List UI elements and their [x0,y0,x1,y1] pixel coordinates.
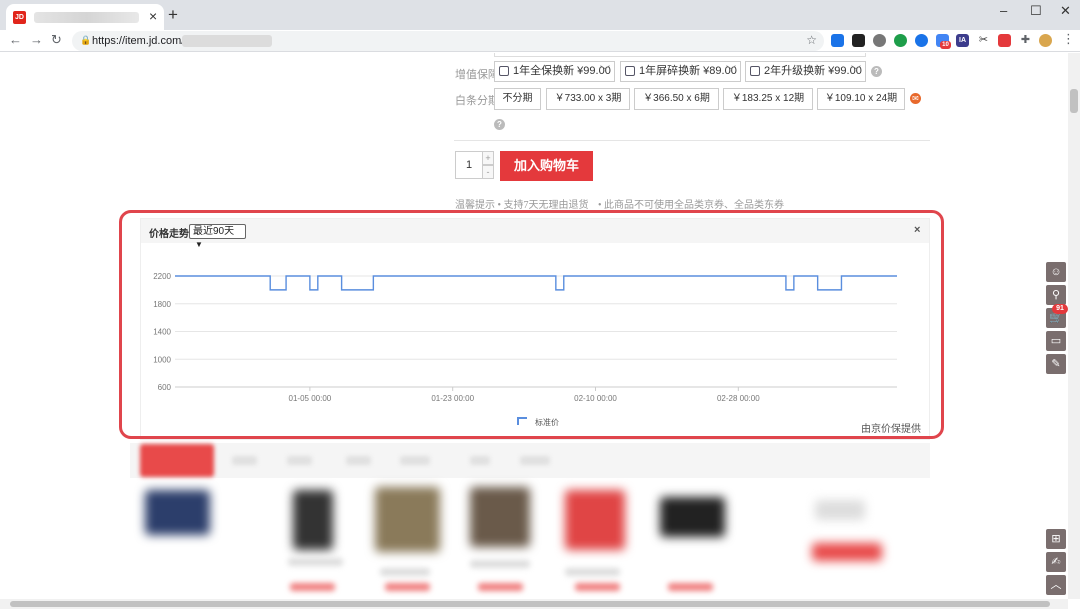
floating-feedback-button[interactable]: ✎ [1046,354,1066,374]
quantity-plus-button[interactable]: + [483,151,494,165]
product-thumb-blurred [815,500,865,520]
window-close-button[interactable]: ✕ [1060,4,1071,17]
page-viewport: 增值保障 1年全保换新 ¥99.00 ﹀ 1年屏碎换新 ¥89.00 ﹀ 2年升… [0,53,1068,599]
recommend-tab-blurred [520,456,550,465]
quantity-input[interactable]: 1 [455,151,483,179]
jd-favicon-icon: JD [13,11,26,24]
extension-calendar-icon[interactable] [852,34,865,47]
recommend-tab-blurred [400,456,430,465]
tip-coupon-policy: • 此商品不可使用全品类京券、全品类东券 [598,200,785,211]
product-price-blurred [290,583,335,591]
url-path-blurred [182,35,272,47]
service-option-1-label: 1年全保换新 ¥99.00 [513,65,611,77]
product-title-blurred [288,558,343,566]
quantity-minus-button[interactable]: - [483,165,494,179]
vertical-scrollbar-thumb[interactable] [1070,89,1078,113]
product-thumb-blurred [470,487,530,547]
extension-ia-icon[interactable]: IA [956,34,969,47]
back-to-top-button[interactable]: ︿ [1046,575,1066,595]
url-text: https://item.jd.com/ [92,35,185,47]
chevron-down-icon: ﹀ [851,66,861,77]
browser-toolbar: ← → ↻ 🔒 https://item.jd.com/ ☆ 10 IA ✂ ✚… [0,30,1080,52]
tab-title-blurred [34,12,139,23]
product-price-blurred [575,583,620,591]
tip-return-policy: 温馨提示 • 支持7天无理由退货 [455,200,589,211]
chevron-down-icon: ﹀ [726,66,736,77]
add-to-cart-button[interactable]: 加入购物车 [500,151,593,181]
product-price-blurred [385,583,430,591]
section-divider [454,140,930,141]
recommend-tab-blurred [232,456,257,465]
installment-option-none[interactable]: 不分期 [494,88,541,110]
installment-promo-icon[interactable]: ✉ [910,93,921,104]
extension-v-icon[interactable] [894,34,907,47]
product-thumb-blurred [660,497,725,537]
product-thumb-blurred [375,487,440,552]
product-thumb-blurred [565,490,625,550]
recommend-tab-blurred [346,456,371,465]
extension-download-icon[interactable] [831,34,844,47]
minimize-button[interactable]: – [1000,4,1007,17]
page-offset: 增值保障 1年全保换新 ¥99.00 ﹀ 1年屏碎换新 ¥89.00 ﹀ 2年升… [0,53,1068,599]
installment-option-6[interactable]: ￥366.50 x 6期 [634,88,719,110]
services-label: 增值保障 [455,69,499,81]
address-bar[interactable]: 🔒 https://item.jd.com/ ☆ [72,31,824,51]
cart-count-badge: 91 [1052,304,1068,314]
maximize-button[interactable]: ☐ [1030,4,1042,17]
product-thumb-blurred [293,490,333,550]
service-option-1[interactable]: 1年全保换新 ¥99.00 ﹀ [494,61,615,82]
horizontal-scrollbar[interactable] [0,599,1068,609]
product-title-blurred [470,560,530,568]
shield-icon [499,66,509,76]
highlight-annotation-box [119,210,944,439]
service-option-2[interactable]: 1年屏碎换新 ¥89.00 ﹀ [620,61,741,82]
floating-coupon-button[interactable]: ▭ [1046,331,1066,351]
forward-button[interactable]: → [30,33,43,47]
phone-icon [625,66,635,76]
installment-option-12[interactable]: ￥183.25 x 12期 [723,88,813,110]
new-tab-button[interactable]: + [168,6,178,23]
profile-avatar-icon[interactable] [1039,34,1052,47]
chevron-down-icon: ﹀ [600,66,610,77]
extension-c-icon[interactable] [915,34,928,47]
tab-strip: JD × + – ☐ ✕ [0,0,1080,30]
installment-label: 白条分期 [455,95,499,107]
extension-settings-icon[interactable] [873,34,886,47]
service-option-2-label: 1年屏碎换新 ¥89.00 [639,65,737,77]
recommend-tab-blurred [287,456,312,465]
floating-qrcode-button[interactable]: ⊞ [1046,529,1066,549]
back-button[interactable]: ← [9,33,22,47]
floating-account-button[interactable]: ⚲ [1046,285,1066,305]
recommend-tab-active-blurred [140,444,214,477]
product-title-blurred [380,568,430,576]
bookmark-star-icon[interactable]: ☆ [806,33,817,47]
reload-button[interactable]: ↻ [51,33,62,47]
extension-note-icon[interactable] [998,34,1011,47]
extension-scissors-icon[interactable]: ✂ [977,34,990,47]
browser-tab[interactable]: JD × [6,4,164,30]
product-price-blurred [478,583,523,591]
upgrade-icon [750,66,760,76]
tab-close-icon[interactable]: × [149,9,157,23]
recommend-tab-blurred [470,456,490,465]
floating-chat-button[interactable]: ☺ [1046,262,1066,282]
product-title-blurred [565,568,620,576]
browser-menu-button[interactable]: ⋮ [1062,32,1075,46]
services-help-icon[interactable]: ? [871,66,882,77]
extension-badge: 10 [940,41,951,49]
service-option-3[interactable]: 2年升级换新 ¥99.00 ﹀ [745,61,866,82]
installment-option-3[interactable]: ￥733.00 x 3期 [546,88,630,110]
lock-icon: 🔒 [80,35,92,45]
floating-edit-button[interactable]: ✍ [1046,552,1066,572]
vertical-scrollbar[interactable] [1068,53,1080,599]
service-option-3-label: 2年升级换新 ¥99.00 [764,65,862,77]
horizontal-scrollbar-thumb[interactable] [10,601,1050,607]
product-thumb-blurred [145,490,210,535]
installment-help-icon[interactable]: ? [494,119,505,130]
product-price-blurred [668,583,713,591]
spec-row-edge [494,53,866,57]
installment-option-24[interactable]: ￥109.10 x 24期 [817,88,905,110]
product-thumb-blurred [812,543,882,561]
extensions-puzzle-icon[interactable]: ✚ [1019,34,1032,47]
